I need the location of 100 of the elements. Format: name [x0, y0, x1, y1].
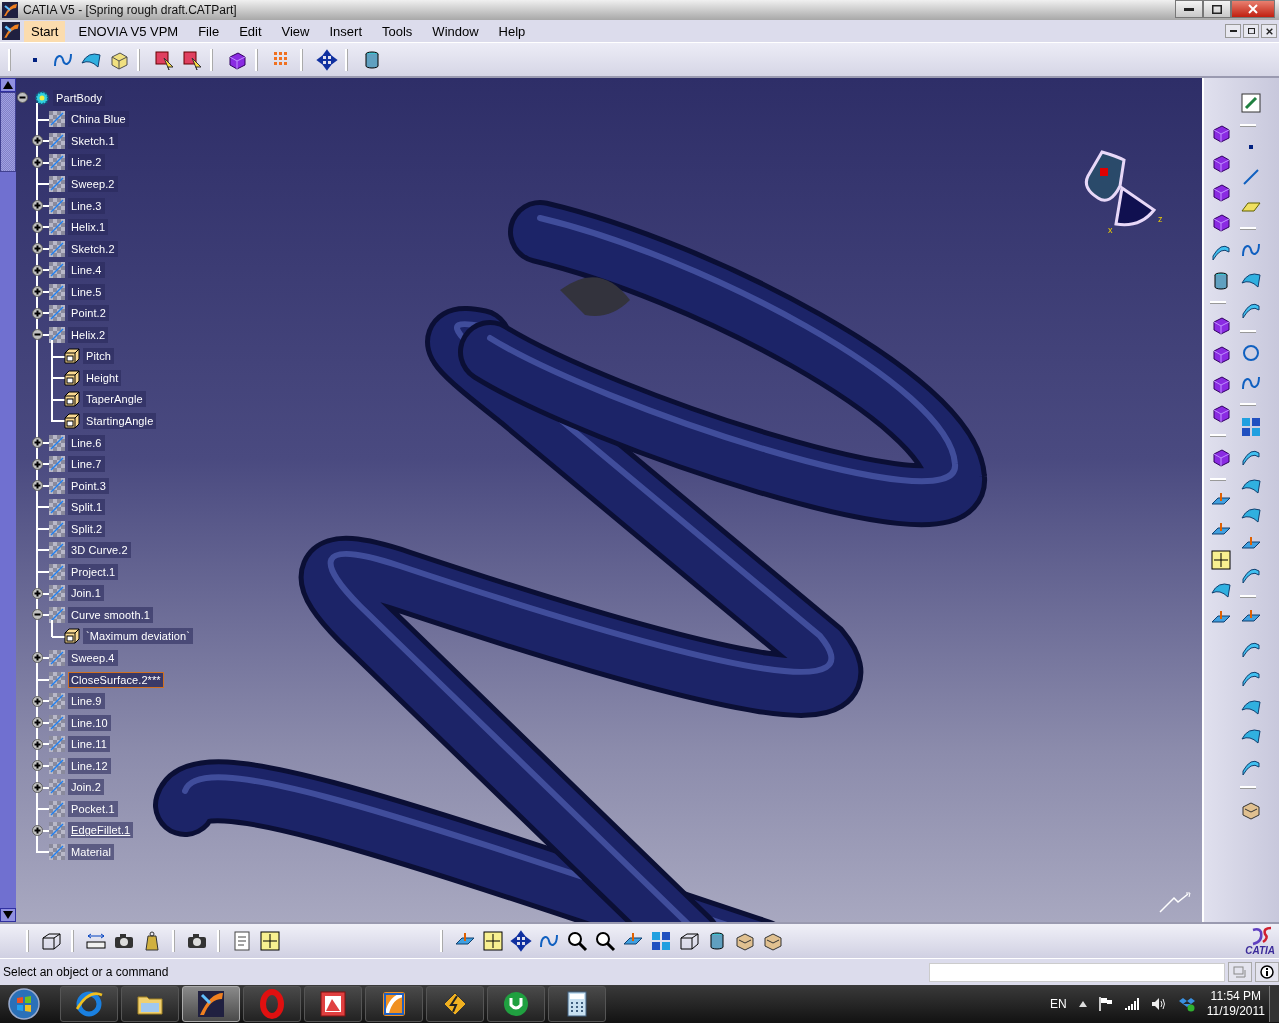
menu-item[interactable]: Start — [24, 20, 66, 42]
taskbar-button[interactable] — [426, 986, 484, 1022]
tree-item[interactable]: Join.1 — [68, 585, 104, 602]
taskbar-button[interactable] — [487, 986, 545, 1022]
tree-item[interactable]: Pitch — [83, 348, 114, 365]
expand-toggle[interactable] — [32, 286, 43, 298]
tree-item[interactable]: Point.2 — [68, 305, 109, 322]
tree-item[interactable]: China Blue — [68, 111, 129, 128]
expand-toggle[interactable] — [32, 264, 43, 276]
tree-item[interactable]: Sweep.2 — [68, 175, 118, 192]
menu-item[interactable]: File — [191, 20, 227, 42]
tree-item[interactable]: Split.2 — [68, 520, 106, 537]
expand-toggle[interactable] — [32, 760, 43, 772]
expand-toggle[interactable] — [32, 695, 43, 707]
tree-item[interactable]: EdgeFillet.1 — [68, 822, 134, 839]
taskbar-button[interactable] — [60, 986, 118, 1022]
frame-icon[interactable] — [1210, 549, 1232, 571]
tree-item[interactable]: StartingAngle — [83, 412, 157, 429]
expand-toggle[interactable] — [32, 437, 43, 448]
maximize-button[interactable] — [1243, 24, 1259, 38]
magnifier-icon[interactable] — [566, 930, 588, 952]
arrows-icon[interactable] — [510, 930, 532, 952]
box-icon[interactable] — [678, 930, 700, 952]
tree-item[interactable]: Height — [83, 369, 122, 386]
tree-item[interactable]: `Maximum deviation` — [83, 628, 193, 645]
tree-item[interactable]: Join.2 — [68, 779, 104, 796]
compass-drawing[interactable]: x z — [1080, 148, 1170, 238]
window-toggle-button[interactable] — [1228, 962, 1252, 982]
taskbar-button[interactable] — [548, 986, 606, 1022]
expand-toggle[interactable] — [32, 458, 43, 470]
magnifier-icon[interactable] — [594, 930, 616, 952]
tree-item[interactable]: Line.5 — [68, 283, 105, 300]
tree-item[interactable]: Line.11 — [68, 736, 110, 753]
frame-icon[interactable] — [259, 930, 281, 952]
menu-item[interactable]: ENOVIA V5 VPM — [71, 20, 186, 42]
command-input-field[interactable] — [929, 962, 1225, 982]
expand-toggle[interactable] — [32, 781, 43, 793]
minimize-button[interactable] — [1175, 0, 1203, 18]
tree-item[interactable]: Line.3 — [68, 197, 105, 214]
tree-item[interactable]: Sweep.4 — [68, 650, 118, 666]
clock-time[interactable]: 11:54 PM — [1210, 989, 1262, 1004]
expand-toggle[interactable] — [32, 221, 43, 233]
tree-item[interactable]: Line.2 — [68, 154, 105, 171]
signal-icon[interactable] — [1124, 998, 1139, 1010]
menu-item[interactable]: Tools — [375, 20, 420, 42]
circle-icon[interactable] — [1240, 342, 1262, 364]
collapse-toggle[interactable] — [32, 609, 43, 621]
menu-item[interactable]: Insert — [322, 20, 369, 42]
taskbar-button[interactable] — [365, 986, 423, 1022]
tiles-icon[interactable] — [1240, 415, 1262, 438]
clock-date[interactable]: 11/19/2011 — [1206, 1004, 1265, 1019]
tree-item[interactable]: Sketch.2 — [68, 240, 118, 257]
cursor-icon[interactable] — [153, 48, 175, 71]
tree-item[interactable]: Line.4 — [68, 262, 105, 279]
scrollbar-thumb[interactable] — [0, 92, 16, 172]
expand-toggle[interactable] — [32, 135, 43, 147]
tree-item[interactable]: PartBody — [53, 89, 106, 106]
tree-item[interactable]: Helix.1 — [68, 219, 109, 236]
expand-toggle[interactable] — [32, 652, 43, 664]
box-icon[interactable] — [40, 930, 62, 952]
info-button[interactable] — [1255, 962, 1279, 982]
tree-item[interactable]: CloseSurface.2*** — [68, 671, 164, 688]
box-icon[interactable] — [1178, 996, 1195, 1012]
language-indicator[interactable]: EN — [1050, 997, 1067, 1011]
tree-item[interactable]: Line.9 — [68, 693, 105, 710]
taskbar-button[interactable] — [182, 986, 240, 1022]
tree-item[interactable]: Project.1 — [68, 563, 119, 580]
expand-toggle[interactable] — [32, 480, 43, 492]
taskbar-button[interactable] — [304, 986, 362, 1022]
scroll-up-button[interactable] — [0, 78, 16, 92]
expand-toggle[interactable] — [32, 200, 43, 211]
menu-item[interactable]: Window — [425, 20, 486, 42]
scroll-down-button[interactable] — [0, 908, 16, 922]
tree-item[interactable]: Split.1 — [68, 499, 106, 516]
flag-icon[interactable] — [1098, 997, 1113, 1011]
tree-item[interactable]: Material — [68, 843, 114, 860]
tree-item[interactable]: Line.10 — [68, 714, 111, 731]
expand-toggle[interactable] — [32, 156, 43, 168]
tree-item[interactable]: Sketch.1 — [68, 132, 118, 149]
up-triangle-icon[interactable] — [1078, 1001, 1087, 1007]
maximize-button[interactable] — [1203, 0, 1231, 18]
menu-item[interactable]: Help — [491, 20, 533, 42]
collapse-toggle[interactable] — [32, 329, 43, 341]
taskbar-button[interactable] — [121, 986, 179, 1022]
pencil-icon[interactable] — [1240, 92, 1262, 114]
tree-item[interactable]: 3D Curve.2 — [68, 542, 131, 559]
tree-item[interactable]: Point.3 — [68, 477, 109, 494]
menu-item[interactable]: View — [274, 20, 317, 42]
expand-toggle[interactable] — [32, 738, 43, 750]
expand-toggle[interactable] — [32, 243, 43, 255]
speaker-icon[interactable] — [1150, 997, 1167, 1011]
tiles-icon[interactable] — [650, 930, 672, 952]
frame-icon[interactable] — [482, 930, 504, 952]
tree-item[interactable]: Line.7 — [68, 456, 105, 473]
start-button[interactable] — [7, 987, 41, 1021]
expand-toggle[interactable] — [32, 307, 43, 319]
tree-item[interactable]: Line.12 — [68, 757, 111, 774]
tree-item[interactable]: Curve smooth.1 — [68, 606, 154, 623]
app-logo-icon[interactable] — [2, 22, 20, 40]
arrows-icon[interactable] — [316, 48, 338, 71]
